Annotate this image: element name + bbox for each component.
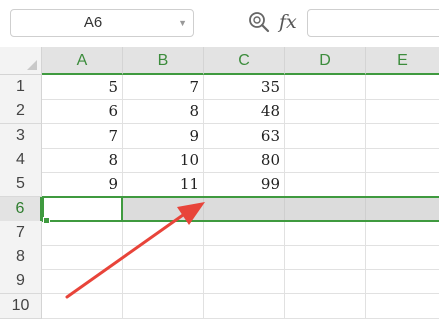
name-box[interactable]: A6 ▼ bbox=[10, 9, 194, 37]
cell-a10[interactable] bbox=[42, 293, 123, 319]
cell-e7[interactable] bbox=[366, 221, 439, 246]
chevron-down-icon[interactable]: ▼ bbox=[178, 10, 187, 36]
fill-handle[interactable] bbox=[43, 216, 50, 224]
cell-b4[interactable]: 10 bbox=[123, 147, 204, 173]
cell-e3[interactable] bbox=[366, 124, 439, 149]
select-all-corner[interactable] bbox=[0, 47, 42, 75]
cell-d6[interactable] bbox=[285, 196, 366, 222]
cell-c7[interactable] bbox=[204, 220, 285, 246]
cell-c9[interactable] bbox=[204, 269, 285, 295]
formula-input[interactable] bbox=[307, 9, 439, 37]
fx-icon[interactable]: fx bbox=[279, 10, 297, 34]
cell-c3[interactable]: 63 bbox=[204, 123, 285, 149]
cell-e2[interactable] bbox=[366, 99, 439, 125]
cell-b7[interactable] bbox=[123, 220, 204, 246]
cell-a1[interactable]: 5 bbox=[42, 75, 123, 100]
cell-e1[interactable] bbox=[366, 75, 439, 100]
row-header-10[interactable]: 10 bbox=[0, 293, 42, 319]
cell-d9[interactable] bbox=[285, 269, 366, 295]
cell-c5[interactable]: 99 bbox=[204, 172, 285, 198]
column-header-c[interactable]: C bbox=[204, 47, 285, 75]
row-header-3[interactable]: 3 bbox=[0, 123, 42, 149]
cell-a5[interactable]: 9 bbox=[42, 172, 123, 198]
cell-d10[interactable] bbox=[285, 293, 366, 319]
cell-e4[interactable] bbox=[366, 148, 439, 173]
column-header-b[interactable]: B bbox=[123, 47, 204, 75]
cell-c4[interactable]: 80 bbox=[204, 147, 285, 173]
cell-d8[interactable] bbox=[285, 245, 366, 271]
column-header-d[interactable]: D bbox=[285, 47, 366, 75]
cell-a8[interactable] bbox=[42, 245, 123, 271]
cell-a4[interactable]: 8 bbox=[42, 147, 123, 173]
cell-d7[interactable] bbox=[285, 220, 366, 246]
cell-b9[interactable] bbox=[123, 269, 204, 295]
cell-e6[interactable] bbox=[366, 196, 439, 222]
row-header-1[interactable]: 1 bbox=[0, 75, 42, 100]
cell-e10[interactable] bbox=[366, 294, 439, 319]
column-header-e[interactable]: E bbox=[366, 47, 439, 75]
row-header-8[interactable]: 8 bbox=[0, 245, 42, 271]
name-box-value: A6 bbox=[83, 14, 103, 31]
row-header-2[interactable]: 2 bbox=[0, 99, 42, 125]
row-header-5[interactable]: 5 bbox=[0, 172, 42, 198]
cell-c6[interactable] bbox=[204, 196, 285, 222]
cell-d1[interactable] bbox=[285, 75, 366, 100]
cell-d2[interactable] bbox=[285, 99, 366, 125]
select-all-icon bbox=[27, 60, 37, 70]
cell-b5[interactable]: 11 bbox=[123, 172, 204, 198]
cell-d5[interactable] bbox=[285, 172, 366, 198]
cell-a9[interactable] bbox=[42, 269, 123, 295]
cell-c1[interactable]: 35 bbox=[204, 75, 285, 100]
cell-a2[interactable]: 6 bbox=[42, 99, 123, 125]
row-header-7[interactable]: 7 bbox=[0, 220, 42, 246]
cell-e8[interactable] bbox=[366, 245, 439, 271]
cell-d3[interactable] bbox=[285, 123, 366, 149]
cell-b2[interactable]: 8 bbox=[123, 99, 204, 125]
cell-b1[interactable]: 7 bbox=[123, 75, 204, 100]
active-cell[interactable] bbox=[42, 195, 123, 222]
cell-e5[interactable] bbox=[366, 172, 439, 198]
cell-b8[interactable] bbox=[123, 245, 204, 271]
cell-b6[interactable] bbox=[123, 196, 204, 222]
cell-e9[interactable] bbox=[366, 269, 439, 295]
cell-b10[interactable] bbox=[123, 293, 204, 319]
cell-d4[interactable] bbox=[285, 147, 366, 173]
zoom-formula-icon[interactable] bbox=[248, 11, 270, 33]
row-header-6[interactable]: 6 bbox=[0, 196, 42, 222]
formula-bar: A6 ▼ fx bbox=[0, 0, 439, 46]
cell-c8[interactable] bbox=[204, 245, 285, 271]
row-header-4[interactable]: 4 bbox=[0, 147, 42, 173]
cell-a7[interactable] bbox=[42, 220, 123, 246]
row-header-9[interactable]: 9 bbox=[0, 269, 42, 295]
cell-c10[interactable] bbox=[204, 293, 285, 319]
cell-b3[interactable]: 9 bbox=[123, 123, 204, 149]
spreadsheet-grid: A B C D E 1 5 7 35 2 6 8 48 3 7 9 63 4 8 10 80 5 9 11 99 6 7 8 9 10 bbox=[0, 47, 439, 319]
cell-a3[interactable]: 7 bbox=[42, 123, 123, 149]
column-header-a[interactable]: A bbox=[42, 47, 123, 75]
cell-c2[interactable]: 48 bbox=[204, 99, 285, 125]
